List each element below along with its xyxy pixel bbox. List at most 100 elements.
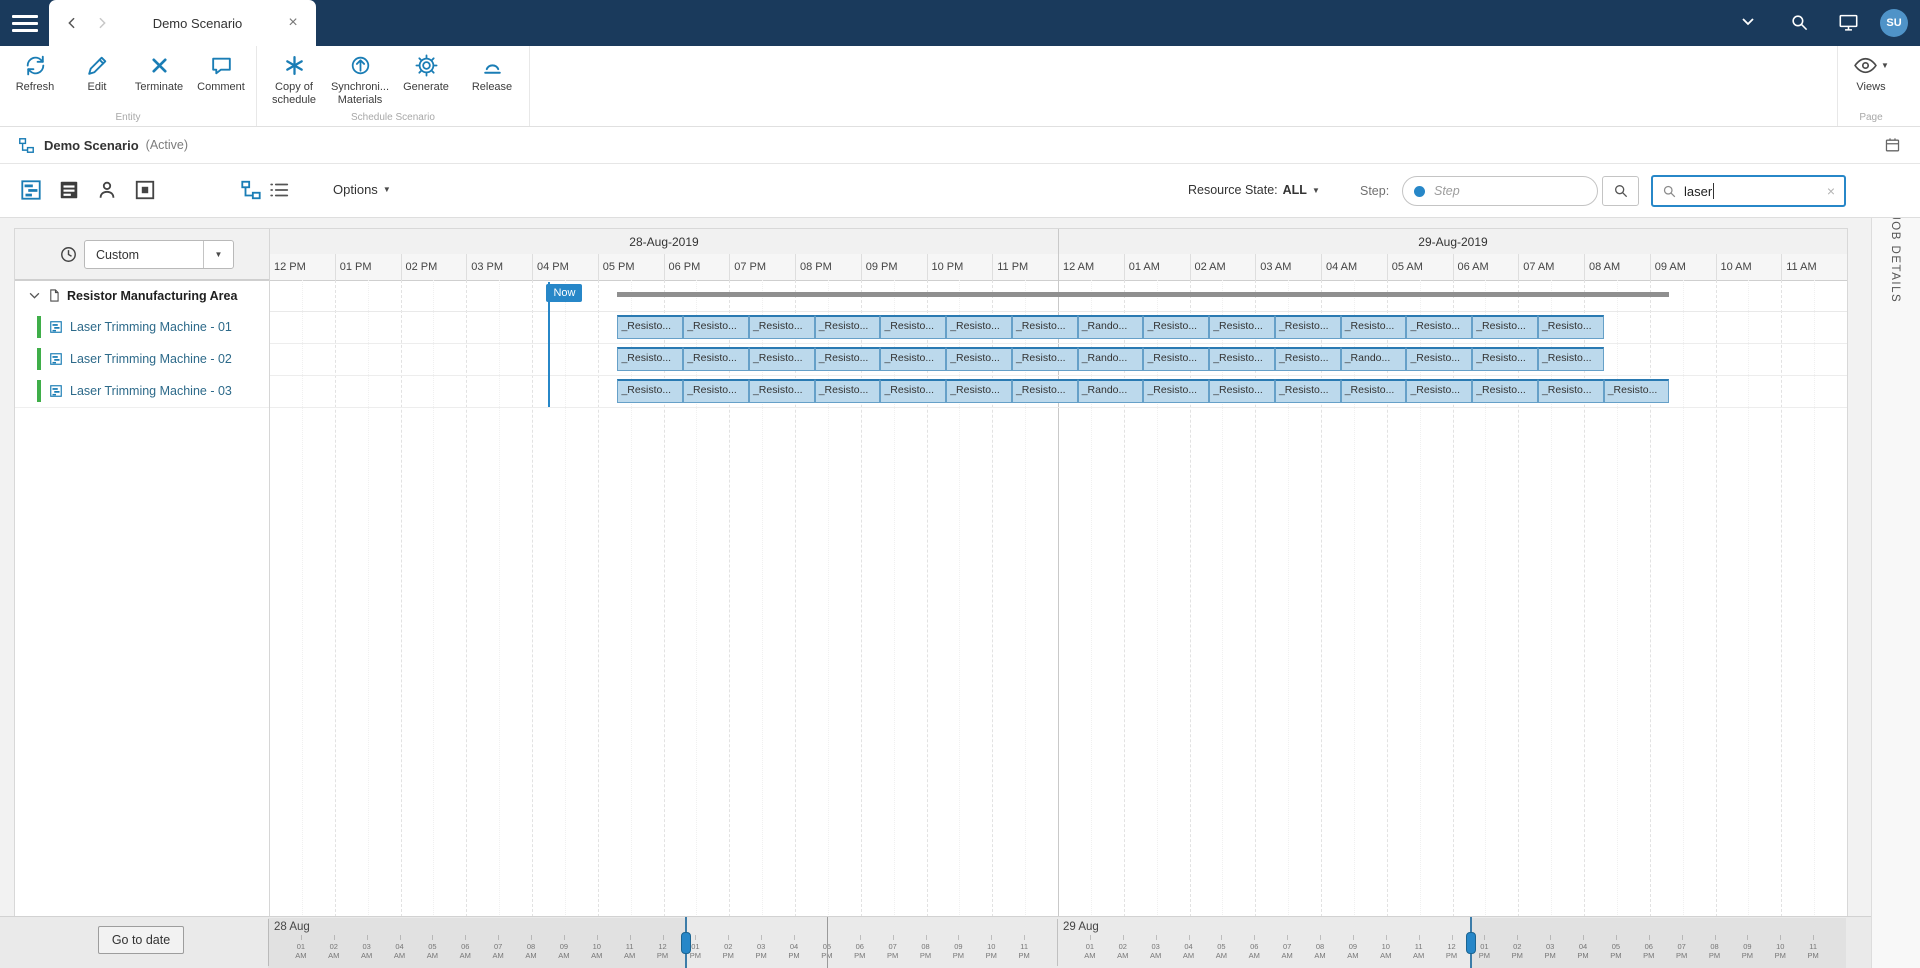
search-input[interactable]: laser × bbox=[1651, 175, 1846, 207]
task-bar[interactable]: _Resisto... bbox=[683, 315, 749, 339]
task-bar[interactable]: _Rando... bbox=[1341, 347, 1407, 371]
task-bar[interactable]: _Resisto... bbox=[683, 347, 749, 371]
task-bar[interactable]: _Resisto... bbox=[1209, 315, 1275, 339]
task-bar[interactable]: _Resisto... bbox=[1538, 315, 1604, 339]
task-bar[interactable]: _Resisto... bbox=[1472, 315, 1538, 339]
task-bar[interactable]: _Resisto... bbox=[1012, 379, 1078, 403]
task-bar[interactable]: _Resisto... bbox=[880, 347, 946, 371]
task-bar[interactable]: _Resisto... bbox=[1406, 379, 1472, 403]
task-bar[interactable]: _Resisto... bbox=[880, 315, 946, 339]
task-bar[interactable]: _Resisto... bbox=[1406, 347, 1472, 371]
close-tab-icon[interactable]: × bbox=[278, 8, 308, 38]
overview-window-left-handle[interactable] bbox=[681, 932, 691, 954]
search-icon[interactable] bbox=[1790, 13, 1809, 32]
resource-state-dropdown[interactable]: Resource State: ALL ▼ bbox=[1188, 183, 1320, 197]
task-bar[interactable]: _Resisto... bbox=[1143, 379, 1209, 403]
display-icon[interactable] bbox=[1838, 13, 1859, 32]
resource-view-icon[interactable] bbox=[58, 179, 82, 203]
task-bar[interactable]: _Resisto... bbox=[749, 347, 815, 371]
task-bar[interactable]: _Resisto... bbox=[749, 315, 815, 339]
task-bar[interactable]: _Resisto... bbox=[880, 379, 946, 403]
copy-schedule-icon bbox=[282, 53, 307, 78]
task-bar[interactable]: _Resisto... bbox=[1341, 315, 1407, 339]
timescale-panel-header: Custom ▼ bbox=[15, 229, 269, 280]
timescale-dropdown[interactable]: Custom ▼ bbox=[84, 240, 234, 269]
task-bar[interactable]: _Resisto... bbox=[1209, 347, 1275, 371]
task-bar[interactable]: _Resisto... bbox=[617, 347, 683, 371]
task-bar[interactable]: _Resisto... bbox=[1012, 347, 1078, 371]
task-bar[interactable]: _Resisto... bbox=[1604, 379, 1670, 403]
hour-header-cell: 04 PM bbox=[532, 254, 598, 280]
hour-header-cell: 09 AM bbox=[1650, 254, 1716, 280]
task-bar[interactable]: _Rando... bbox=[1078, 347, 1144, 371]
flow-view-icon[interactable] bbox=[240, 179, 264, 203]
task-bar[interactable]: _Resisto... bbox=[683, 379, 749, 403]
edit-button[interactable]: Edit bbox=[66, 53, 128, 94]
task-bar[interactable]: _Resisto... bbox=[1406, 315, 1472, 339]
step-placeholder: Step bbox=[1434, 184, 1460, 198]
task-bar[interactable]: _Resisto... bbox=[815, 379, 881, 403]
task-bar[interactable]: _Resisto... bbox=[617, 315, 683, 339]
clear-search-icon[interactable]: × bbox=[1827, 183, 1835, 199]
resource-row[interactable]: Laser Trimming Machine - 02 bbox=[15, 343, 269, 376]
resource-row[interactable]: Laser Trimming Machine - 01 bbox=[15, 311, 269, 344]
task-bar[interactable]: _Resisto... bbox=[1538, 347, 1604, 371]
collapse-group-icon[interactable] bbox=[27, 288, 42, 303]
step-input[interactable]: Step bbox=[1402, 176, 1598, 206]
options-dropdown[interactable]: Options ▼ bbox=[333, 182, 391, 197]
avatar[interactable]: SU bbox=[1880, 9, 1908, 37]
operator-view-icon[interactable] bbox=[96, 179, 120, 203]
task-bar[interactable]: _Resisto... bbox=[1143, 347, 1209, 371]
resource-group-row[interactable]: Resistor Manufacturing Area bbox=[15, 280, 1847, 312]
panel-toggle-icon[interactable] bbox=[1884, 137, 1901, 154]
resource-group-name: Resistor Manufacturing Area bbox=[67, 289, 237, 303]
scenario-tab[interactable]: Demo Scenario × bbox=[49, 0, 316, 46]
task-bar[interactable]: _Resisto... bbox=[1209, 379, 1275, 403]
synchronize-materials-button[interactable]: Synchroni... Materials bbox=[327, 53, 393, 106]
resource-row[interactable]: Laser Trimming Machine - 03 bbox=[15, 375, 269, 408]
task-bar[interactable]: _Resisto... bbox=[749, 379, 815, 403]
job-details-title[interactable]: JOB DETAILS bbox=[1889, 214, 1901, 303]
generate-button[interactable]: Generate bbox=[393, 53, 459, 94]
terminate-button[interactable]: Terminate bbox=[128, 53, 190, 94]
task-bar[interactable]: _Resisto... bbox=[1012, 315, 1078, 339]
go-to-date-button[interactable]: Go to date bbox=[98, 926, 184, 954]
overview-hour-label: 08 PM bbox=[914, 942, 938, 961]
hour-header-cell: 01 AM bbox=[1124, 254, 1190, 280]
back-icon[interactable] bbox=[57, 8, 87, 38]
refresh-button[interactable]: Refresh bbox=[4, 53, 66, 94]
task-bar[interactable]: _Resisto... bbox=[815, 347, 881, 371]
step-search-button[interactable] bbox=[1602, 176, 1639, 206]
gantt-view-icon[interactable] bbox=[20, 179, 44, 203]
task-bar[interactable]: _Rando... bbox=[1078, 379, 1144, 403]
forward-icon[interactable] bbox=[87, 8, 117, 38]
matrix-view-icon[interactable] bbox=[134, 179, 158, 203]
dropdown-caret-icon[interactable] bbox=[1742, 18, 1754, 26]
views-button[interactable]: ▼ Views bbox=[1842, 53, 1900, 94]
hour-header-cell: 10 PM bbox=[927, 254, 993, 280]
hamburger-menu-icon[interactable] bbox=[12, 11, 38, 35]
task-bar[interactable]: _Rando... bbox=[1078, 315, 1144, 339]
task-bar[interactable]: _Resisto... bbox=[1275, 379, 1341, 403]
list-view-icon[interactable] bbox=[268, 179, 292, 203]
task-bar[interactable]: _Resisto... bbox=[1275, 315, 1341, 339]
hour-header-cell: 12 AM bbox=[1058, 254, 1124, 280]
resource-state-value: ALL bbox=[1283, 183, 1307, 197]
task-bar[interactable]: _Resisto... bbox=[946, 315, 1012, 339]
scenario-icon bbox=[18, 137, 35, 154]
task-bar[interactable]: _Resisto... bbox=[1472, 379, 1538, 403]
release-button[interactable]: Release bbox=[459, 53, 525, 94]
task-bar[interactable]: _Resisto... bbox=[1275, 347, 1341, 371]
task-bar[interactable]: _Resisto... bbox=[946, 379, 1012, 403]
task-bar[interactable]: _Resisto... bbox=[617, 379, 683, 403]
task-bar[interactable]: _Resisto... bbox=[815, 315, 881, 339]
task-bar[interactable]: _Resisto... bbox=[1538, 379, 1604, 403]
task-bar[interactable]: _Resisto... bbox=[1143, 315, 1209, 339]
task-bar[interactable]: _Resisto... bbox=[1341, 379, 1407, 403]
panel-divider[interactable] bbox=[269, 229, 270, 917]
task-bar[interactable]: _Resisto... bbox=[1472, 347, 1538, 371]
comment-button[interactable]: Comment bbox=[190, 53, 252, 94]
overview-window-right-handle[interactable] bbox=[1466, 932, 1476, 954]
task-bar[interactable]: _Resisto... bbox=[946, 347, 1012, 371]
copy-of-schedule-button[interactable]: Copy of schedule bbox=[261, 53, 327, 106]
